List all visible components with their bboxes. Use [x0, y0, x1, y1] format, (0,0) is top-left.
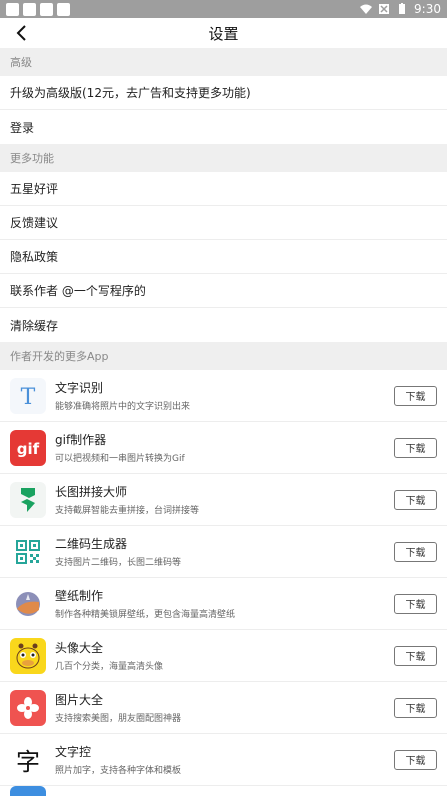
notification-icon: [23, 2, 36, 16]
next-app-icon-partial: [10, 786, 46, 796]
app-description: 可以把视频和一串图片转换为Gif: [55, 453, 185, 464]
app-item[interactable]: 头像大全 几百个分类，海量高清头像 下载: [0, 630, 447, 682]
download-button[interactable]: 下载: [394, 437, 437, 458]
app-item[interactable]: 二维码生成器 支持图片二维码，长图二维码等 下载: [0, 526, 447, 578]
upgrade-pro-item[interactable]: 升级为高级版(12元，去广告和支持更多功能): [0, 76, 447, 110]
no-sim-icon: [379, 4, 390, 14]
section-header-more: 更多功能: [0, 144, 447, 172]
status-bar: 9:30: [0, 0, 447, 18]
privacy-policy-item[interactable]: 隐私政策: [0, 240, 447, 274]
status-time: 9:30: [414, 2, 441, 16]
notification-icons: [6, 2, 70, 16]
download-button[interactable]: 下载: [394, 749, 437, 770]
app-name: 图片大全: [55, 692, 104, 707]
section-header-advanced: 高级: [0, 48, 447, 76]
rate-five-stars-item[interactable]: 五星好评: [0, 172, 447, 206]
svg-text:gif: gif: [17, 440, 40, 458]
app-description: 支持图片二维码，长图二维码等: [55, 557, 182, 568]
text-recognition-icon: T: [10, 377, 46, 414]
app-name: 长图拼接大师: [55, 484, 128, 499]
app-description: 支持截屏智能去重拼接，台词拼接等: [55, 505, 200, 516]
app-name: gif制作器: [55, 432, 107, 447]
app-item[interactable]: 壁纸制作 制作各种精美锁屏壁纸，更包含海量高清壁纸 下载: [0, 578, 447, 630]
download-button[interactable]: 下载: [394, 385, 437, 406]
wifi-icon: [360, 4, 373, 14]
text-control-icon: 字: [10, 741, 46, 778]
giraffe-avatar-icon: [10, 637, 46, 674]
app-item[interactable]: 长图拼接大师 支持截屏智能去重拼接，台词拼接等 下载: [0, 474, 447, 526]
svg-text:T: T: [21, 385, 36, 410]
app-description: 能够准确将照片中的文字识别出来: [55, 401, 191, 412]
app-name: 头像大全: [55, 640, 104, 655]
gif-maker-icon: gif: [10, 429, 46, 466]
login-item[interactable]: 登录: [0, 110, 447, 144]
app-description: 照片加字，支持各种字体和模板: [55, 765, 182, 776]
app-name: 文字控: [55, 744, 92, 759]
app-item[interactable]: T 文字识别 能够准确将照片中的文字识别出来 下载: [0, 370, 447, 422]
apps-list: T 文字识别 能够准确将照片中的文字识别出来 下载 gif gif制作器 可以把…: [0, 370, 447, 786]
download-button[interactable]: 下载: [394, 541, 437, 562]
app-item[interactable]: 字 文字控 照片加字，支持各种字体和模板 下载: [0, 734, 447, 786]
wallpaper-icon: [10, 585, 46, 622]
app-description: 几百个分类，海量高清头像: [55, 661, 164, 672]
download-button[interactable]: 下载: [394, 593, 437, 614]
advanced-list: 升级为高级版(12元，去广告和支持更多功能) 登录: [0, 76, 447, 144]
app-item[interactable]: 图片大全 支持搜索美图，朋友圈配图神器 下载: [0, 682, 447, 734]
download-button[interactable]: 下载: [394, 697, 437, 718]
page-title: 设置: [208, 24, 239, 43]
chevron-left-icon: [16, 25, 26, 41]
feedback-item[interactable]: 反馈建议: [0, 206, 447, 240]
sd-card-icon: [57, 2, 70, 16]
download-button[interactable]: 下载: [394, 645, 437, 666]
clear-cache-item[interactable]: 清除缓存: [0, 308, 447, 342]
app-description: 支持搜索美图，朋友圈配图神器: [55, 713, 182, 724]
long-image-stitch-icon: [10, 481, 46, 518]
notification-icon: [40, 2, 53, 16]
flower-pictures-icon: [10, 689, 46, 726]
download-button[interactable]: 下载: [394, 489, 437, 510]
app-name: 壁纸制作: [55, 588, 104, 603]
contact-author-item[interactable]: 联系作者 @一个写程序的: [0, 274, 447, 308]
app-name: 二维码生成器: [55, 536, 128, 551]
app-name: 文字识别: [55, 380, 104, 395]
notification-icon: [6, 2, 19, 16]
app-bar: 设置: [0, 18, 447, 48]
app-description: 制作各种精美锁屏壁纸，更包含海量高清壁纸: [55, 609, 236, 620]
more-list: 五星好评 反馈建议 隐私政策 联系作者 @一个写程序的 清除缓存: [0, 172, 447, 342]
app-item[interactable]: gif gif制作器 可以把视频和一串图片转换为Gif 下载: [0, 422, 447, 474]
back-button[interactable]: [10, 22, 32, 44]
section-header-apps: 作者开发的更多App: [0, 342, 447, 370]
qr-generator-icon: [10, 533, 46, 570]
battery-icon: [399, 3, 406, 14]
